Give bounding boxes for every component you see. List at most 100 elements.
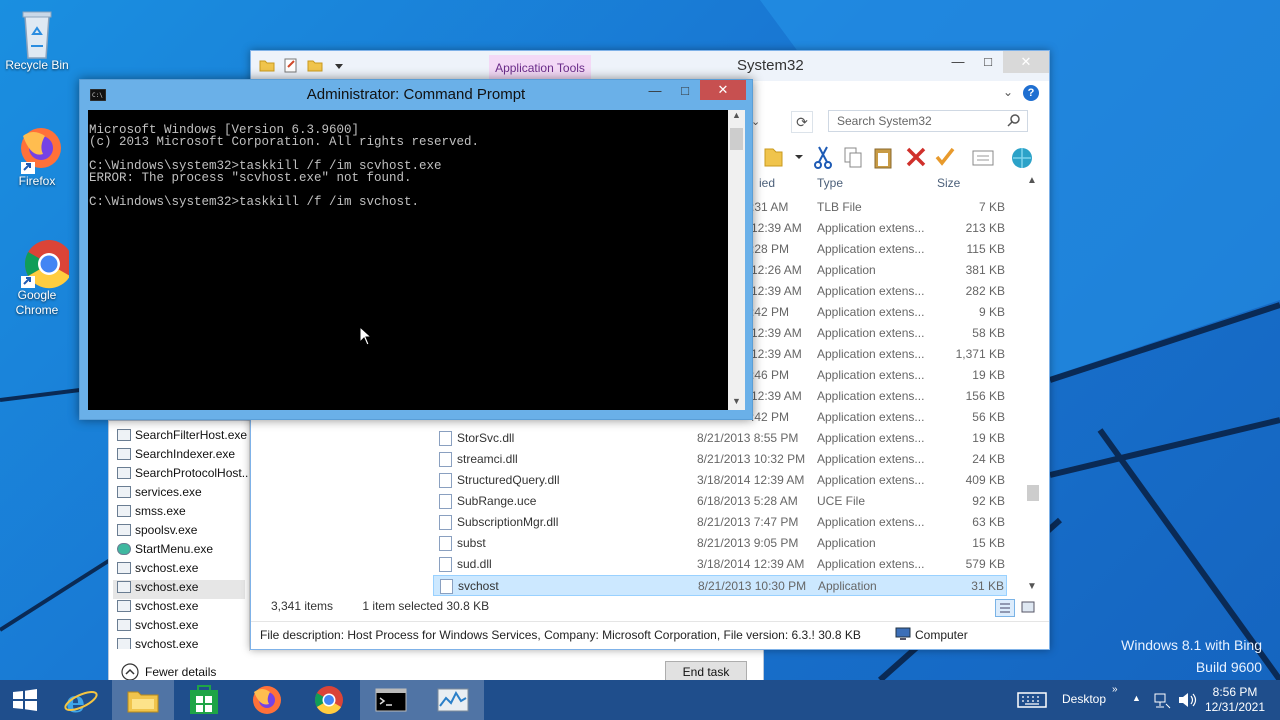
cut-icon[interactable] xyxy=(814,146,832,169)
folder-icon[interactable] xyxy=(259,57,275,73)
process-item-selected[interactable]: svchost.exe xyxy=(113,580,245,599)
desktop-toolbar-label[interactable]: Desktop xyxy=(1062,692,1106,712)
copy-icon[interactable] xyxy=(844,147,862,168)
file-row[interactable]: sud.dll 3/18/2014 12:39 AM Application ext… xyxy=(433,554,1007,575)
file-type: TLB File xyxy=(817,200,862,214)
file-row[interactable]: streamci.dll 8/21/2013 10:32 PM Applicatio… xyxy=(433,449,1007,470)
taskbar-firefox[interactable] xyxy=(236,680,298,720)
process-item[interactable]: StartMenu.exe xyxy=(117,542,213,561)
cmd-scrollbar[interactable]: ▲ ▼ xyxy=(728,110,745,410)
file-date: 8/21/2013 7:47 PM xyxy=(697,515,799,529)
taskbar-store[interactable] xyxy=(174,680,236,720)
help-icon[interactable]: ? xyxy=(1023,85,1039,101)
process-item[interactable]: SearchFilterHost.exe xyxy=(117,428,247,447)
file-type: Application extens... xyxy=(817,389,925,403)
file-row-selected[interactable]: svchost 8/21/2013 10:30 PM Application 31 K… xyxy=(433,575,1007,596)
process-icon xyxy=(117,486,131,498)
process-item[interactable]: svchost.exe xyxy=(117,599,198,618)
move-to-icon[interactable] xyxy=(764,148,783,167)
fewer-details-toggle[interactable]: Fewer details xyxy=(121,663,216,681)
file-type: Application xyxy=(818,579,877,593)
file-name: svchost xyxy=(458,579,499,593)
paste-icon[interactable] xyxy=(874,148,892,169)
desktop-icon-recycle-bin[interactable]: Recycle Bin xyxy=(0,6,74,73)
toolbar-expand-icon[interactable]: » xyxy=(1112,684,1118,698)
file-size: 7 KB xyxy=(978,200,1005,214)
close-button[interactable]: ✕ xyxy=(1003,51,1049,73)
file-row[interactable]: SubRange.uce 6/18/2013 5:28 AM UCE File 92 … xyxy=(433,491,1007,512)
column-header-size[interactable]: Size xyxy=(937,176,960,196)
taskbar-file-explorer[interactable] xyxy=(112,680,174,720)
desktop-icon-google-chrome[interactable]: Google Chrome xyxy=(0,236,74,318)
cmd-close-button[interactable]: ✕ xyxy=(700,80,746,100)
search-input[interactable]: Search System32 xyxy=(828,110,1028,132)
ribbon-context-tab[interactable]: Application Tools xyxy=(489,55,591,81)
rename-icon[interactable] xyxy=(935,147,955,166)
start-button[interactable] xyxy=(0,680,50,720)
explorer-titlebar[interactable]: Application Tools System32 — □ ✕ xyxy=(251,51,1049,81)
taskbar-chrome[interactable] xyxy=(298,680,360,720)
file-date: 6/18/2013 5:28 AM xyxy=(697,494,798,508)
cmd-maximize-button[interactable]: □ xyxy=(670,80,700,102)
file-description: File description: Host Process for Windo… xyxy=(260,628,861,642)
properties-icon[interactable] xyxy=(972,150,994,166)
column-header-date[interactable]: ied xyxy=(759,176,775,196)
process-icon xyxy=(117,505,131,517)
cmd-scroll-thumb[interactable] xyxy=(730,128,743,150)
large-icons-view-icon[interactable] xyxy=(1019,599,1039,617)
file-type: UCE File xyxy=(817,494,866,508)
file-row[interactable]: SubscriptionMgr.dll 8/21/2013 7:47 PM Appl… xyxy=(433,512,1007,533)
file-type: Application extens... xyxy=(817,284,925,298)
maximize-button[interactable]: □ xyxy=(973,51,1003,73)
properties-icon[interactable] xyxy=(283,57,299,73)
process-item[interactable]: svchost.exe xyxy=(117,561,198,580)
process-item[interactable]: svchost.exe xyxy=(117,637,198,649)
status-bar: 3,341 items 1 item selected 30.8 KB xyxy=(271,599,489,613)
volume-icon[interactable] xyxy=(1176,680,1198,720)
process-item[interactable]: svchost.exe xyxy=(117,618,198,637)
taskbar-command-prompt[interactable] xyxy=(360,680,422,720)
delete-icon[interactable] xyxy=(906,147,926,167)
file-type: Application extens... xyxy=(817,326,925,340)
file-row[interactable]: StorSvc.dll 8/21/2013 8:55 PM Application … xyxy=(433,428,1007,449)
file-size: 156 KB xyxy=(965,389,1005,403)
minimize-button[interactable]: — xyxy=(943,51,973,73)
cmd-titlebar[interactable]: C:\ Administrator: Command Prompt — □ ✕ xyxy=(80,80,752,110)
file-row[interactable]: subst 8/21/2013 9:05 PM Application 15 KB xyxy=(433,533,1007,554)
details-view-icon[interactable] xyxy=(995,599,1015,617)
firefox-icon xyxy=(253,686,281,714)
vertical-scrollbar-thumb[interactable] xyxy=(1027,485,1039,501)
taskbar-task-manager[interactable] xyxy=(422,680,484,720)
scroll-down-arrow-icon[interactable]: ▼ xyxy=(1027,581,1037,592)
cmd-scroll-down-icon[interactable]: ▼ xyxy=(728,396,745,410)
process-item[interactable]: SearchProtocolHost... xyxy=(117,466,252,485)
clock[interactable]: 8:56 PM 12/31/2021 xyxy=(1200,685,1270,720)
process-item[interactable]: smss.exe xyxy=(117,504,186,523)
process-item[interactable]: SearchIndexer.exe xyxy=(117,447,235,466)
file-icon xyxy=(440,579,453,594)
process-item[interactable]: spoolsv.exe xyxy=(117,523,197,542)
file-explorer-icon xyxy=(127,691,159,713)
file-row[interactable]: StructuredQuery.dll 3/18/2014 12:39 AM App… xyxy=(433,470,1007,491)
customize-qat-icon[interactable] xyxy=(331,57,347,73)
touch-keyboard-icon[interactable] xyxy=(1016,680,1048,720)
process-icon xyxy=(117,429,131,441)
new-folder-icon[interactable] xyxy=(307,57,323,73)
file-icon xyxy=(439,431,452,446)
scroll-up-arrow-icon[interactable]: ▲ xyxy=(1027,175,1037,186)
command-prompt-window: C:\ Administrator: Command Prompt — □ ✕ … xyxy=(79,79,753,420)
network-tray-icon[interactable] xyxy=(1152,680,1172,720)
taskbar-ie[interactable]: e xyxy=(50,680,112,720)
cmd-minimize-button[interactable]: — xyxy=(640,80,670,102)
desktop-icon-firefox[interactable]: Firefox xyxy=(0,122,74,189)
fewer-details-label: Fewer details xyxy=(145,665,217,679)
network-icon[interactable] xyxy=(1012,148,1032,168)
expand-ribbon-icon[interactable]: ⌄ xyxy=(1003,85,1013,99)
cmd-scroll-up-icon[interactable]: ▲ xyxy=(728,110,745,124)
column-header-type[interactable]: Type xyxy=(817,176,843,196)
file-type: Application xyxy=(817,263,876,277)
show-hidden-icons-icon[interactable]: ▲ xyxy=(1132,693,1141,707)
refresh-icon[interactable]: ⟳ xyxy=(791,111,813,133)
process-item[interactable]: services.exe xyxy=(117,485,202,504)
console-output[interactable]: Microsoft Windows [Version 6.3.9600] (c) … xyxy=(88,110,728,410)
